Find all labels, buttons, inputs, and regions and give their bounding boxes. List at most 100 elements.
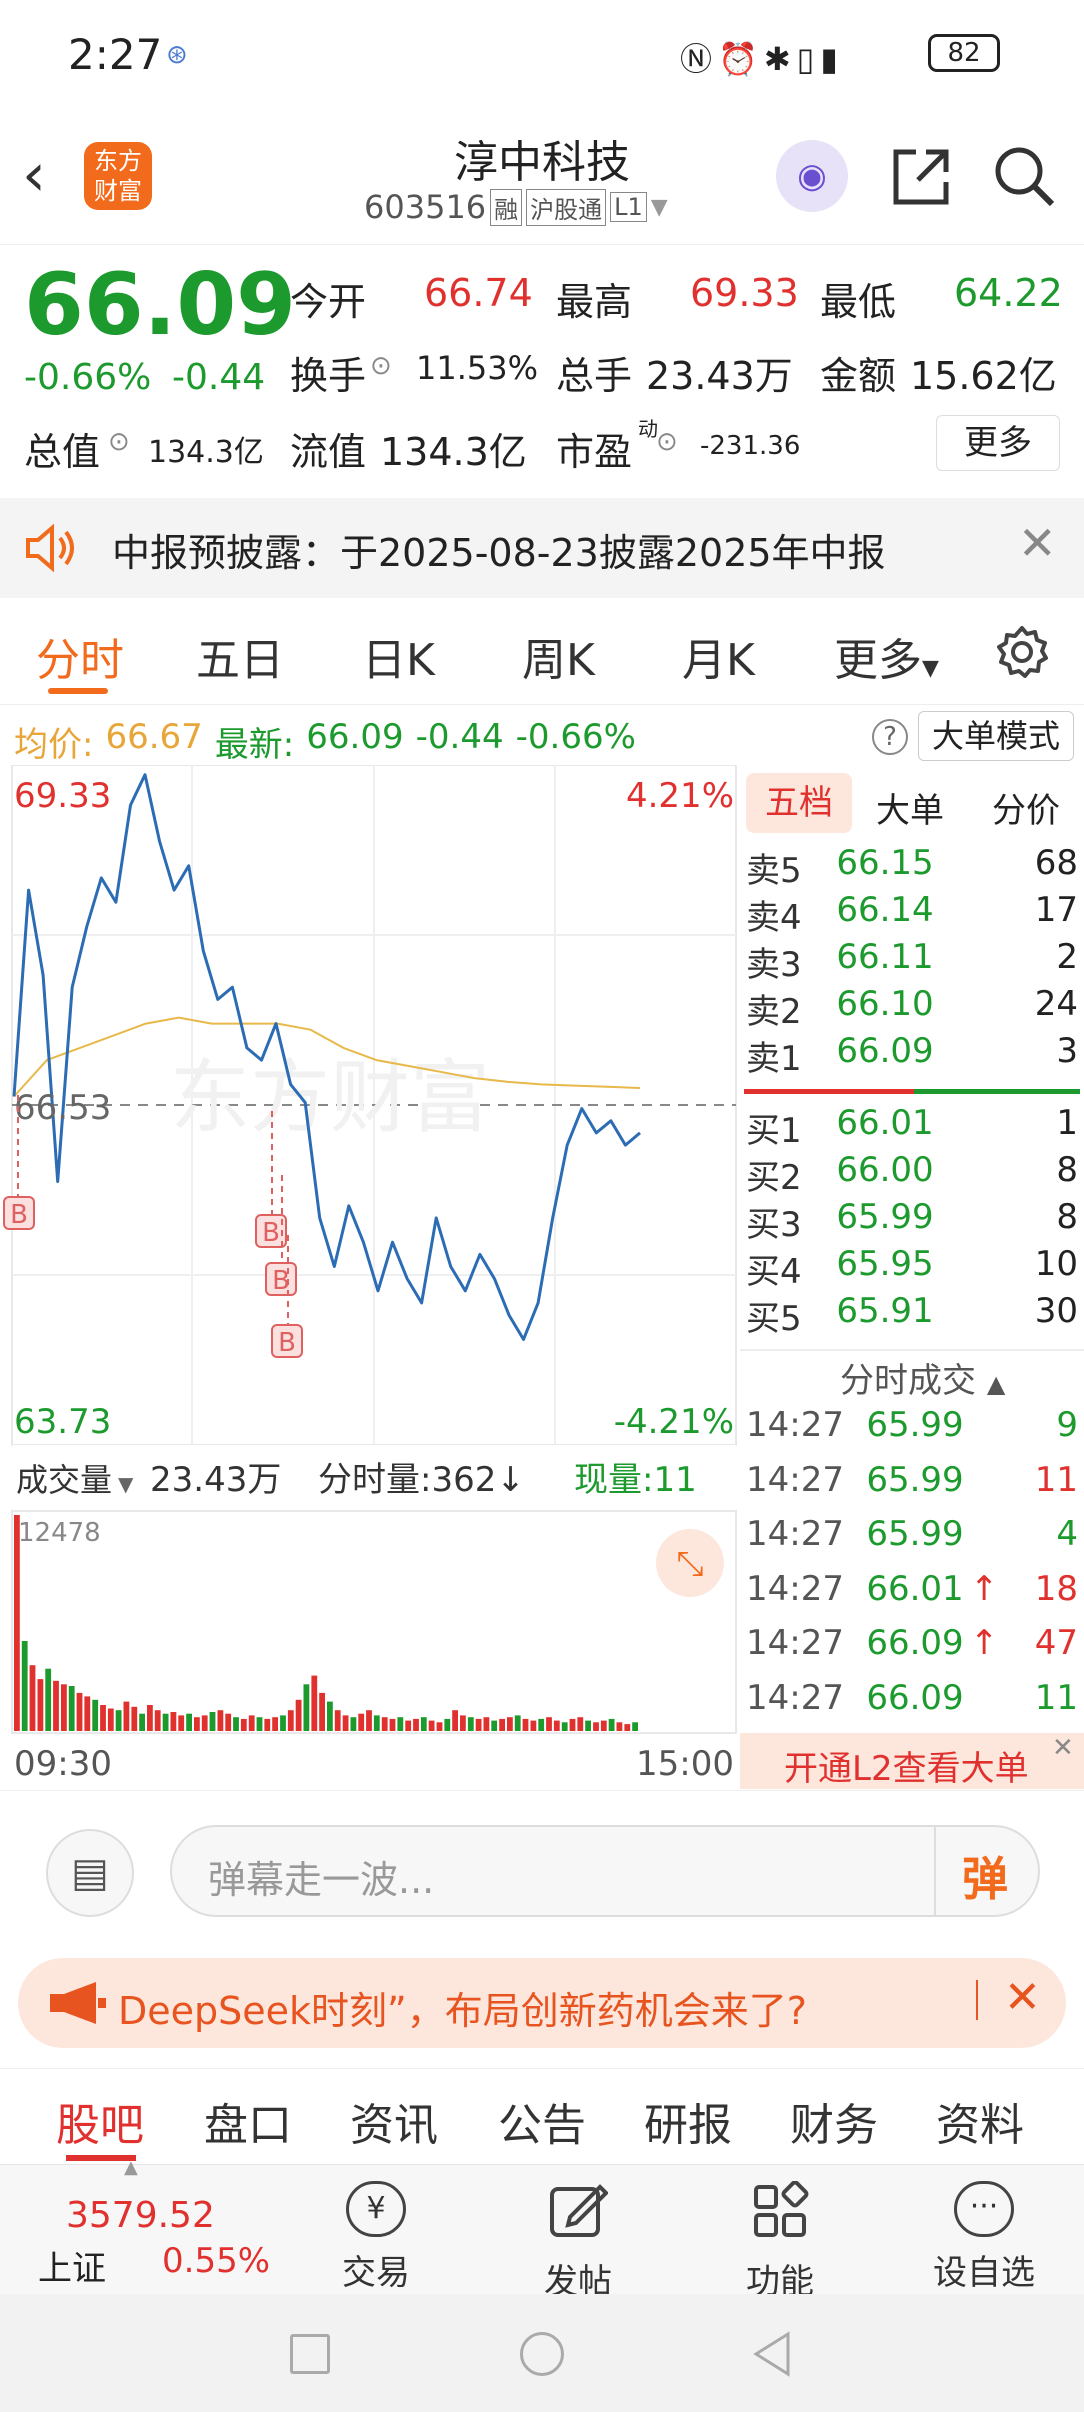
trade-row[interactable]: 14:27 65.99 4: [740, 1514, 1084, 1569]
share-icon[interactable]: [890, 146, 952, 208]
banner-text: DeepSeek时刻”，布局创新药机会来了?: [118, 1989, 807, 2033]
close-icon[interactable]: ✕: [1018, 516, 1057, 570]
back-nav-icon[interactable]: [750, 2330, 792, 2378]
trades-title[interactable]: 分时成交 ▲: [840, 1353, 1005, 1402]
tab-profile[interactable]: 资料: [936, 2089, 1024, 2153]
bid-row[interactable]: 买4 65.95 10: [740, 1244, 1084, 1292]
volume-bar: [186, 1713, 192, 1731]
tab-daily-k[interactable]: 日K: [362, 624, 435, 688]
ask-row[interactable]: 卖2 66.10 24: [740, 984, 1084, 1032]
ask-row[interactable]: 卖4 66.14 17: [740, 890, 1084, 938]
level-label: 买4: [746, 1252, 802, 1292]
info-icon[interactable]: ⊙: [370, 351, 392, 381]
danmu-send-button[interactable]: 弹: [962, 1843, 1008, 1909]
trade-button[interactable]: ¥ 交易: [326, 2181, 426, 2294]
trade-row[interactable]: 14:27 66.09 11: [740, 1678, 1084, 1733]
tab-forum[interactable]: 股吧: [56, 2089, 144, 2153]
tab-monthly-k[interactable]: 月K: [682, 624, 755, 688]
stock-header: ‹ 东方财富 淳中科技 603516 融 沪股通 L1 ▼ ◉: [0, 110, 1084, 245]
ask-row[interactable]: 卖5 66.15 68: [740, 843, 1084, 891]
l2-upgrade-bar[interactable]: 开通L2查看大单 ✕: [740, 1733, 1084, 1789]
trade-row[interactable]: 14:27 65.99 9: [740, 1405, 1084, 1460]
volume-bar: [553, 1720, 560, 1731]
buy-marker[interactable]: B: [10, 1200, 28, 1230]
tab-market-depth[interactable]: 盘口: [204, 2089, 292, 2153]
volume-bar: [233, 1717, 239, 1731]
volume-bar: [373, 1715, 380, 1731]
post-button[interactable]: 发帖: [528, 2181, 628, 2303]
tab-intraday[interactable]: 分时: [36, 624, 124, 688]
info-icon[interactable]: ⊙: [108, 427, 130, 457]
end-time-label: 15:00: [636, 1744, 734, 1784]
bid-row[interactable]: 买2 66.00 8: [740, 1150, 1084, 1198]
tab-announcements[interactable]: 公告: [498, 2089, 586, 2153]
tab-big-orders[interactable]: 大单: [876, 783, 944, 832]
volume-bar: [68, 1686, 75, 1731]
dropdown-icon[interactable]: ▼: [651, 195, 668, 220]
recent-apps-icon[interactable]: [290, 2334, 330, 2374]
collapse-up-icon[interactable]: ▲: [124, 2157, 138, 2178]
close-icon[interactable]: ✕: [1004, 1972, 1041, 2023]
close-icon[interactable]: ✕: [1052, 1733, 1074, 1763]
trade-row[interactable]: 14:27 65.99 11: [740, 1460, 1084, 1515]
danmu-settings-icon[interactable]: ▤: [46, 1829, 134, 1917]
megaphone-icon: [50, 1982, 106, 2024]
buy-marker[interactable]: B: [278, 1328, 296, 1358]
settings-gear-icon[interactable]: [994, 624, 1050, 680]
level-label: 买1: [746, 1111, 802, 1151]
tab-research[interactable]: 研报: [644, 2089, 732, 2153]
info-icon[interactable]: ⊙: [656, 427, 678, 457]
volume-bar: [248, 1715, 255, 1731]
notice-bar[interactable]: 中报预披露：于2025-08-23披露2025年中报 ✕: [0, 498, 1084, 598]
level-price: 66.15: [836, 843, 934, 883]
float-value: 134.3亿: [380, 430, 527, 474]
volume-bar: [342, 1715, 349, 1731]
add-watchlist-button[interactable]: ··· 设自选: [916, 2181, 1052, 2294]
help-icon[interactable]: ?: [872, 719, 908, 755]
big-order-mode-button[interactable]: 大单模式: [918, 711, 1074, 761]
home-icon[interactable]: [520, 2332, 564, 2376]
level-price: 65.95: [836, 1244, 934, 1284]
ask-row[interactable]: 卖3 66.11 2: [740, 937, 1084, 985]
expand-icon[interactable]: ⤡: [676, 1544, 703, 1584]
tab-financials[interactable]: 财务: [790, 2089, 878, 2153]
promo-banner[interactable]: DeepSeek时刻”，布局创新药机会来了? ✕: [18, 1958, 1066, 2048]
danmu-input[interactable]: 弹幕走一波... 弹: [170, 1825, 1040, 1917]
volume-label[interactable]: 成交量: [16, 1461, 112, 1499]
bid-row[interactable]: 买3 65.99 8: [740, 1197, 1084, 1245]
search-icon[interactable]: [992, 144, 1056, 208]
volume-bar: [61, 1684, 67, 1731]
intraday-chart[interactable]: 东方财富 69.33 4.21% 66.53 63.73 -4.21% B B …: [0, 764, 738, 1790]
sort-up-icon: ▲: [986, 1370, 1006, 1398]
buy-marker[interactable]: B: [262, 1218, 280, 1248]
dropdown-icon[interactable]: ▼: [118, 1472, 134, 1496]
trade-time: 14:27: [746, 1568, 844, 1609]
bottom-price-label: 63.73: [14, 1402, 111, 1442]
tab-more[interactable]: 更多▼: [834, 624, 939, 688]
function-button[interactable]: 功能: [730, 2180, 830, 2303]
volume-bar: [460, 1715, 466, 1731]
divider: [934, 1827, 936, 1915]
high-label: 最高: [556, 280, 633, 324]
add-watchlist-icon: ···: [954, 2181, 1014, 2237]
robot-assistant-icon[interactable]: ◉: [776, 140, 848, 212]
volume-bar: [162, 1713, 169, 1731]
trade-row[interactable]: 14:27 66.09 ↑ 47: [740, 1623, 1084, 1678]
index-value[interactable]: 3579.52: [66, 2195, 215, 2236]
bid-row[interactable]: 买1 66.01 1: [740, 1103, 1084, 1151]
ask-row[interactable]: 卖1 66.09 3: [740, 1031, 1084, 1079]
tab-price-dist[interactable]: 分价: [992, 783, 1060, 832]
tab-five-day[interactable]: 五日: [196, 624, 284, 688]
volume-bar: [366, 1710, 372, 1731]
trade-row[interactable]: 14:27 66.01 ↑ 18: [740, 1569, 1084, 1624]
tab-weekly-k[interactable]: 周K: [522, 624, 595, 688]
volume-bar: [131, 1706, 138, 1731]
badge-margin: 融: [490, 188, 523, 226]
trade-volume: 4: [1056, 1514, 1078, 1554]
tab-news[interactable]: 资讯: [350, 2089, 438, 2153]
volume-bar: [522, 1718, 529, 1731]
ask-bid-ratio-red: [744, 1089, 914, 1094]
more-button[interactable]: 更多: [936, 415, 1060, 471]
bid-row[interactable]: 买5 65.91 30: [740, 1291, 1084, 1339]
tab-five-levels[interactable]: 五档: [746, 773, 852, 833]
